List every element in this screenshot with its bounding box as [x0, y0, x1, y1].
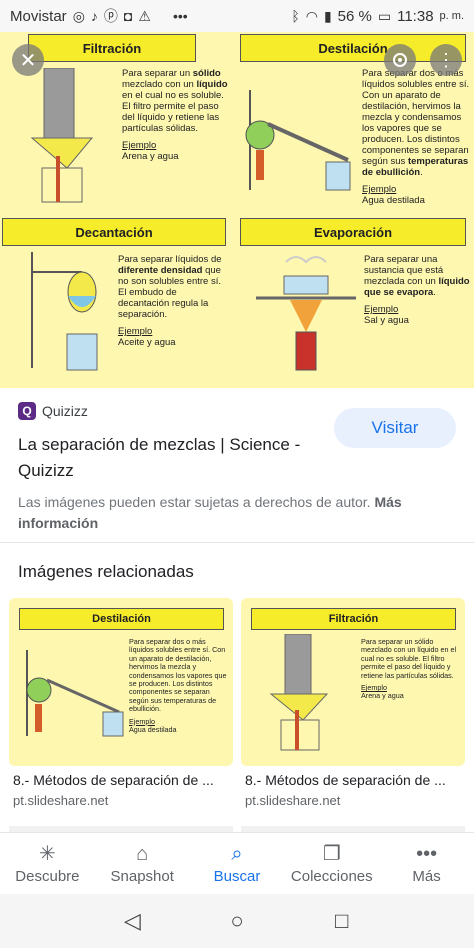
source-row[interactable]: Q Quizizz [18, 402, 88, 420]
pinterest-icon: ⓟ [103, 8, 118, 24]
ejemplo-value: Sal y agua [364, 315, 409, 326]
related-caption-1[interactable]: 8.- Métodos de separación de ... [13, 772, 214, 788]
more-dots-icon: ••• [416, 843, 438, 865]
related-source-1: pt.slideshare.net [13, 793, 109, 808]
related-thumb-1[interactable]: Destilación Para separar dos o más líqui… [9, 598, 233, 766]
whatsapp-icon: ◎ [72, 7, 85, 24]
source-name: Quizizz [42, 403, 88, 419]
asterisk-icon: ✳ [39, 843, 56, 865]
ejemplo-value: Aceite y agua [118, 337, 176, 348]
lens-button[interactable] [384, 44, 416, 76]
bookmark-icon: ❐ [322, 843, 341, 865]
ejemplo-label: Ejemplo [364, 304, 399, 315]
warning-icon: ⚠ [138, 7, 151, 24]
search-icon: ⌕ [231, 843, 243, 865]
nav-colecciones[interactable]: ❐ Colecciones [284, 833, 379, 894]
related-source-2: pt.slideshare.net [245, 793, 341, 808]
ejemplo-value: Agua destilada [362, 195, 425, 206]
main-image[interactable]: Filtración Para separar un sólido mezcla… [0, 32, 474, 388]
more-vert-icon: ⋮ [437, 49, 455, 70]
panel-text-decantacion: Para separar líquidos de diferente densi… [118, 254, 230, 348]
overflow-icon: ••• [172, 8, 188, 24]
distillation-illustration [245, 90, 351, 191]
ejemplo-label: Ejemplo [122, 140, 157, 151]
panel-title-decantacion: Decantación [2, 218, 226, 246]
snapshot-icon: ⌂ [136, 843, 149, 865]
related-caption-2[interactable]: 8.- Métodos de separación de ... [245, 772, 446, 788]
filtration-thumb-illustration [269, 634, 329, 751]
bluetooth-icon: ᛒ [291, 8, 300, 24]
close-icon: ✕ [19, 49, 37, 72]
clock-ampm: p. m. [439, 10, 464, 22]
home-circle-icon: ○ [230, 908, 244, 933]
instagram-icon: ◘ [123, 8, 133, 24]
ejemplo-value: Arena y agua [122, 151, 179, 162]
quizizz-favicon-icon: Q [18, 402, 36, 420]
panel-title-evaporacion: Evaporación [240, 218, 466, 246]
nav-descubre[interactable]: ✳ Descubre [0, 833, 95, 894]
lens-icon [393, 53, 407, 67]
signal-icon: ▮ [323, 7, 332, 24]
nav-snapshot[interactable]: ⌂ Snapshot [95, 833, 190, 894]
recents-button[interactable]: □ [330, 908, 354, 933]
related-thumb-2[interactable]: Filtración Para separar un sólido mezcla… [241, 598, 465, 766]
back-button[interactable]: ◁ [120, 908, 144, 933]
battery-icon: ▭ [377, 7, 392, 24]
panel-text-destilacion: Para separar dos o más líquidos solubles… [362, 68, 474, 206]
visit-button[interactable]: Visitar [334, 408, 456, 448]
carrier-label: Movistar [10, 7, 67, 25]
result-title[interactable]: La separación de mezclas | Science - Qui… [18, 432, 328, 484]
tiktok-icon: ♪ [90, 8, 98, 24]
nav-buscar[interactable]: ⌕ Buscar [190, 833, 285, 894]
close-button[interactable]: ✕ [12, 44, 44, 76]
nav-mas[interactable]: ••• Más [379, 833, 474, 894]
filtration-illustration [30, 68, 94, 203]
distillation-thumb-illustration [26, 650, 124, 737]
bottom-nav: ✳ Descubre ⌂ Snapshot ⌕ Buscar ❐ Colecci… [0, 832, 474, 894]
related-heading: Imágenes relacionadas [18, 562, 194, 581]
recents-square-icon: □ [334, 908, 349, 933]
panel-text-filtracion: Para separar un sólido mezclado con un l… [122, 68, 232, 162]
thumb-title: Destilación [19, 608, 224, 630]
wifi-icon: ◠ [305, 7, 318, 24]
copyright-notice: Las imágenes pueden estar sujetas a dere… [18, 494, 402, 531]
status-bar: Movistar ◎ ♪ ⓟ ◘ ⚠ ••• ᛒ ◠ ▮ 56 % ▭ 11:3… [0, 0, 474, 32]
battery-percent: 56 % [337, 7, 372, 25]
system-nav-bar: ◁ ○ □ [0, 894, 474, 948]
thumb-text: Para separar un sólido mezclado con un l… [361, 637, 457, 701]
ejemplo-label: Ejemplo [362, 184, 397, 195]
panel-title-filtracion: Filtración [28, 34, 196, 62]
evaporation-illustration [256, 256, 356, 371]
divider [0, 542, 474, 543]
thumb-title: Filtración [251, 608, 456, 630]
home-button[interactable]: ○ [225, 908, 249, 933]
ejemplo-label: Ejemplo [118, 326, 153, 337]
back-triangle-icon: ◁ [123, 908, 141, 933]
clock: 11:38 [397, 7, 434, 25]
thumb-text: Para separar dos o más líquidos solubles… [129, 637, 227, 735]
decantation-illustration [31, 252, 98, 371]
more-options-button[interactable]: ⋮ [430, 44, 462, 76]
panel-text-evaporacion: Para separar una sustancia que está mezc… [364, 254, 472, 326]
